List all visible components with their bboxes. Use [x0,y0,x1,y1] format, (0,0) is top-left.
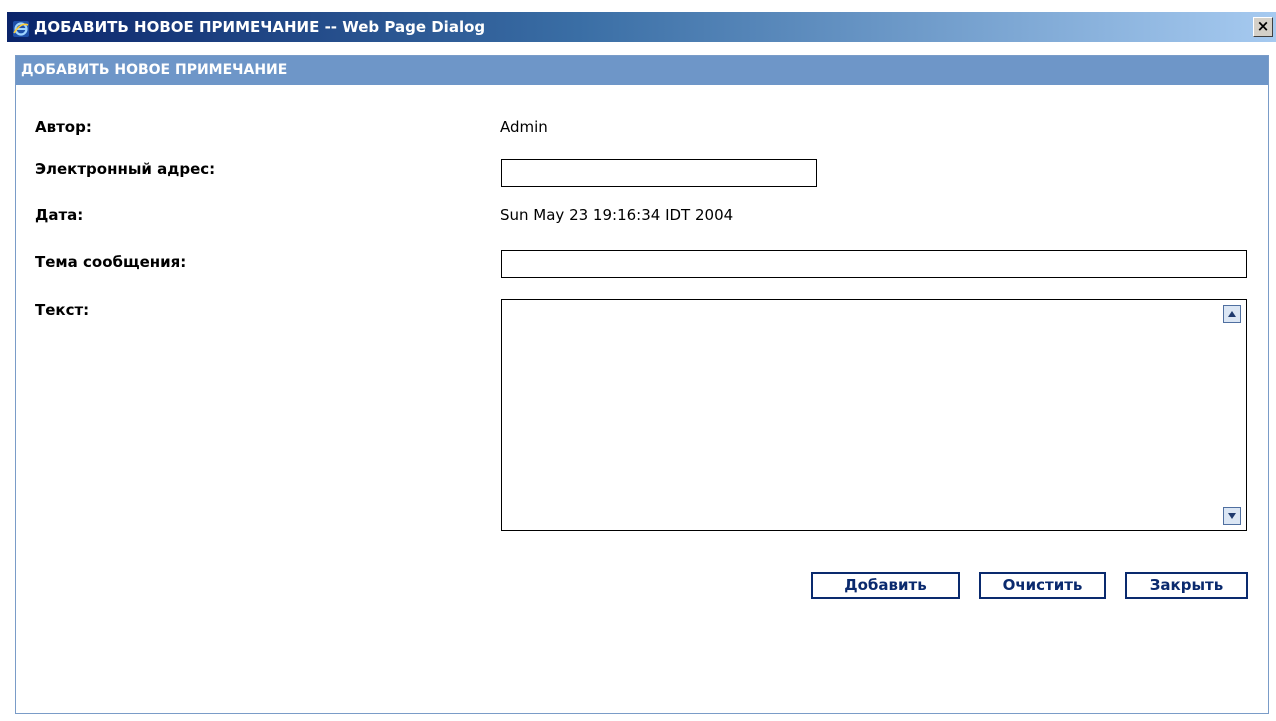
email-field[interactable] [501,159,817,187]
arrow-down-icon [1228,513,1236,519]
window-title: ДОБАВИТЬ НОВОЕ ПРИМЕЧАНИЕ -- Web Page Di… [34,18,486,36]
text-area[interactable] [501,299,1247,531]
panel-header: ДОБАВИТЬ НОВОЕ ПРИМЕЧАНИЕ [16,56,1268,85]
email-label: Электронный адрес: [35,160,216,178]
scroll-down-button[interactable] [1223,507,1241,525]
dialog-window: ДОБАВИТЬ НОВОЕ ПРИМЕЧАНИЕ -- Web Page Di… [0,0,1276,721]
scroll-up-button[interactable] [1223,305,1241,323]
text-label: Текст: [35,301,90,319]
author-label: Автор: [35,118,92,136]
subject-field[interactable] [501,250,1247,278]
subject-label: Тема сообщения: [35,253,187,271]
ie-icon [12,18,30,37]
arrow-up-icon [1228,311,1236,317]
date-label: Дата: [35,206,84,224]
author-value: Admin [500,118,548,136]
title-bar[interactable]: ДОБАВИТЬ НОВОЕ ПРИМЕЧАНИЕ -- Web Page Di… [7,12,1276,42]
dialog-content: ДОБАВИТЬ НОВОЕ ПРИМЕЧАНИЕ Автор: Admin Э… [15,55,1269,714]
date-value: Sun May 23 19:16:34 IDT 2004 [500,206,734,224]
close-window-button[interactable]: × [1253,17,1273,37]
clear-button[interactable]: Очистить [979,572,1106,599]
close-button[interactable]: Закрыть [1125,572,1248,599]
add-button[interactable]: Добавить [811,572,960,599]
text-input[interactable] [502,300,1220,530]
